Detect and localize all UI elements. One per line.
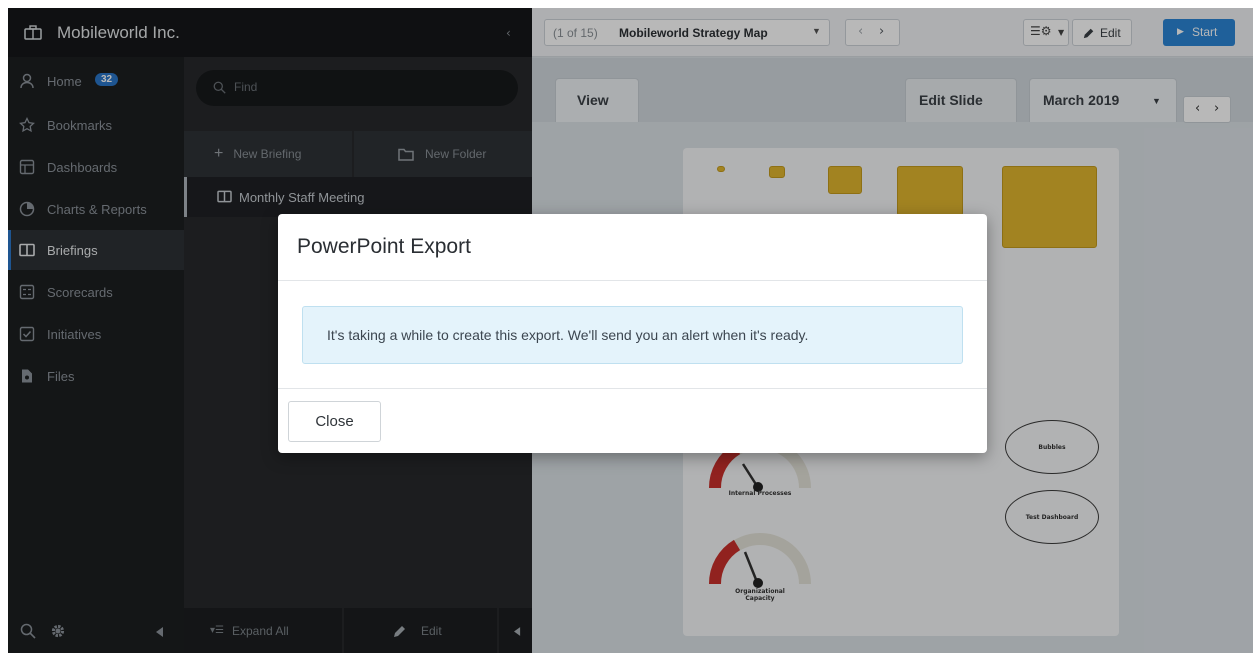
alert-message: It's taking a while to create this expor…	[327, 327, 809, 343]
close-button[interactable]: Close	[288, 401, 381, 442]
export-dialog: PowerPoint Export It's taking a while to…	[278, 214, 987, 453]
dialog-title: PowerPoint Export	[297, 235, 471, 258]
app-window: Home 32 Bookmarks Dashboards Charts & Re…	[8, 8, 1253, 653]
divider	[278, 280, 987, 281]
info-alert: It's taking a while to create this expor…	[302, 306, 963, 364]
divider	[278, 388, 987, 389]
